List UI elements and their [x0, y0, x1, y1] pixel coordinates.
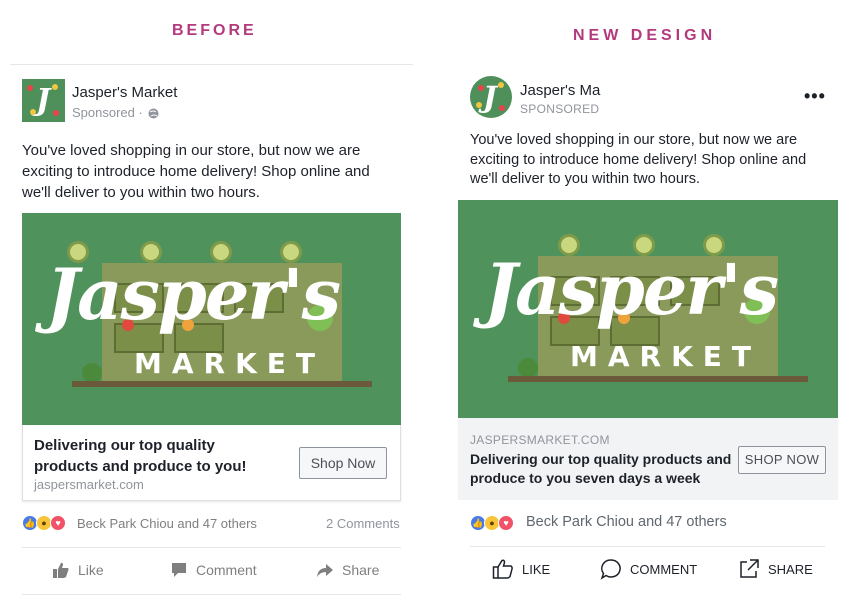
ad-image-logo-market: MARKET [570, 340, 762, 373]
love-reaction-icon: ♥ [498, 515, 514, 531]
share-label: SHARE [768, 561, 813, 577]
new-design-heading: NEW DESIGN [573, 27, 717, 44]
before-heading: BEFORE [172, 22, 257, 39]
sponsored-label: SPONSORED [520, 102, 600, 116]
sponsored-text: Sponsored · [72, 105, 143, 120]
share-button[interactable]: SHARE [738, 558, 813, 580]
page-name-link[interactable]: Jasper's Market [72, 84, 177, 101]
bottom-divider [22, 594, 401, 595]
new-design-ad-post: J Jasper's Ma SPONSORED ••• You've loved… [458, 64, 838, 594]
link-preview-box[interactable]: JASPERSMARKET.COM Delivering our top qua… [458, 418, 838, 500]
more-options-icon[interactable]: ••• [804, 86, 826, 107]
post-body-text: You've loved shopping in our store, but … [22, 142, 370, 201]
page-avatar[interactable]: J [22, 79, 65, 122]
like-button[interactable]: LIKE [492, 558, 550, 580]
thumbs-up-icon [52, 561, 70, 579]
actions-divider [470, 546, 825, 547]
ad-image-logo-script: Jasper's [46, 253, 341, 336]
link-headline: Delivering our top quality products and … [34, 437, 247, 475]
comment-outline-icon [600, 558, 622, 580]
like-label: Like [78, 562, 104, 578]
page-avatar[interactable]: J [470, 76, 512, 118]
thumbs-up-outline-icon [492, 558, 514, 580]
share-outline-icon [738, 558, 760, 580]
actions-divider [22, 547, 401, 548]
like-label: LIKE [522, 561, 551, 577]
like-button[interactable]: Like [52, 561, 104, 579]
share-arrow-icon [316, 561, 334, 579]
comment-label: COMMENT [630, 561, 698, 577]
shop-now-button[interactable]: SHOP NOW [738, 446, 826, 474]
share-label: Share [342, 562, 380, 578]
link-domain: JASPERSMARKET.COM [470, 433, 610, 447]
ad-image[interactable]: Jasper's MARKET [458, 200, 838, 418]
comment-label: Comment [196, 562, 257, 578]
sponsored-label: Sponsored · [72, 105, 159, 122]
love-reaction-icon: ♥ [50, 515, 66, 531]
comment-button[interactable]: COMMENT [600, 558, 697, 580]
reaction-names[interactable]: Beck Park Chiou and 47 others [77, 516, 257, 531]
link-preview-box[interactable]: Delivering our top quality products and … [22, 425, 401, 501]
shop-now-button[interactable]: Shop Now [299, 447, 387, 479]
post-body-text: You've loved shopping in our store, but … [470, 132, 807, 187]
share-button[interactable]: Share [316, 561, 379, 579]
ad-image[interactable]: Jasper's MARKET [22, 213, 401, 425]
page-name-link[interactable]: Jasper's Ma [520, 82, 600, 99]
ad-image-logo-script: Jasper's [484, 248, 779, 331]
before-ad-post: J Jasper's Market Sponsored · You've lov… [10, 64, 413, 595]
link-domain: jaspersmarket.com [34, 477, 144, 492]
comment-button[interactable]: Comment [170, 561, 257, 579]
comments-count-link[interactable]: 2 Comments [326, 516, 400, 531]
reaction-names[interactable]: Beck Park Chiou and 47 others [526, 514, 727, 530]
ad-image-logo-market: MARKET [134, 347, 326, 380]
link-headline: Delivering our top quality products and … [470, 451, 732, 486]
comment-bubble-icon [170, 561, 188, 579]
globe-icon [148, 107, 159, 122]
